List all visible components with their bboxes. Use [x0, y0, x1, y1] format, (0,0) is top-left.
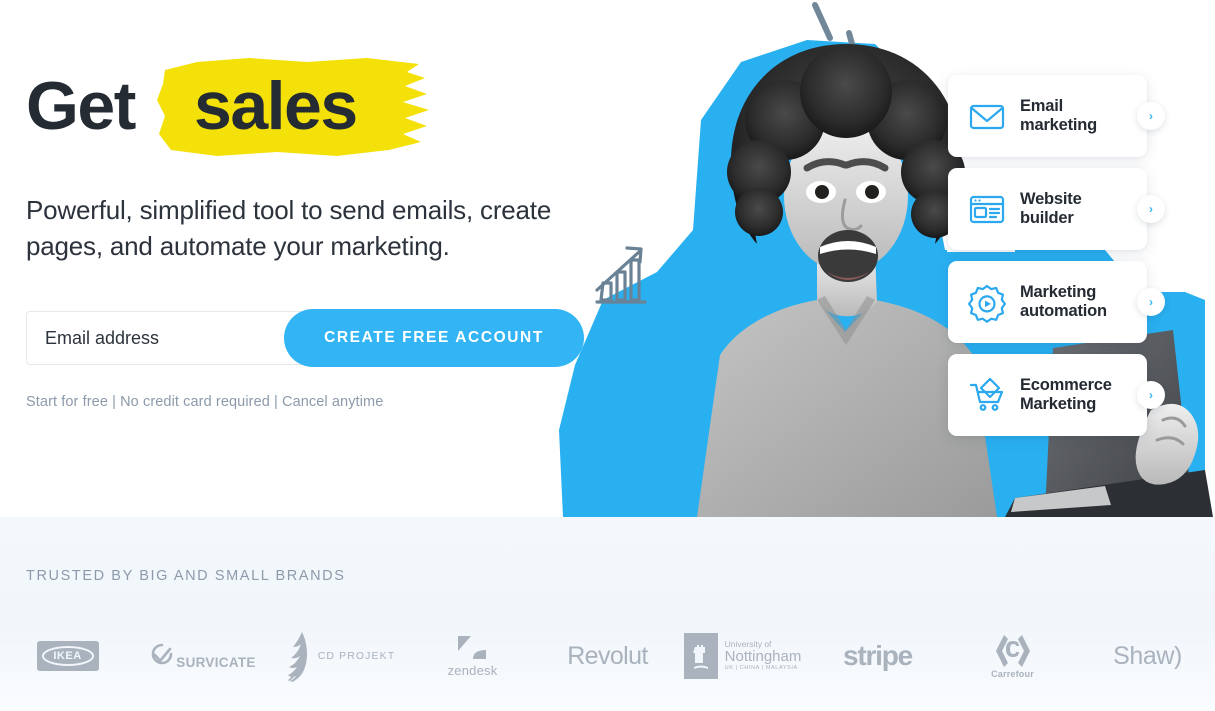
- feature-card-list: Email marketing › Website builder › Mark…: [948, 75, 1215, 447]
- headline-word-get: Get: [26, 68, 136, 144]
- gear-play-icon: [964, 279, 1010, 325]
- shopping-cart-icon: [964, 372, 1010, 418]
- brand-logo-cd-projekt: CD PROJEKT: [270, 621, 405, 691]
- chevron-right-icon[interactable]: ›: [1137, 102, 1165, 130]
- chevron-right-icon[interactable]: ›: [1137, 381, 1165, 409]
- feature-card-website-builder[interactable]: Website builder ›: [948, 168, 1165, 250]
- brand-label-line2: Nottingham: [724, 647, 802, 665]
- brand-logo-stripe: stripe: [810, 621, 945, 691]
- feature-card-marketing-automation[interactable]: Marketing automation ›: [948, 261, 1165, 343]
- survicate-mark: [152, 643, 173, 665]
- brand-logo-ikea: IKEA: [0, 621, 135, 691]
- hero-section: Get sales Powerful, simplified tool to s…: [0, 0, 1215, 517]
- feature-card-label: Email marketing: [1020, 96, 1098, 134]
- chevron-right-icon[interactable]: ›: [1137, 195, 1165, 223]
- brand-logo-survicate: SURVICATE: [135, 621, 270, 691]
- landing-page: Get sales Powerful, simplified tool to s…: [0, 0, 1215, 711]
- headline-word-sales: sales: [194, 68, 358, 144]
- hero-copy: Get sales Powerful, simplified tool to s…: [26, 58, 586, 411]
- page-title: Get sales: [26, 58, 586, 156]
- brand-label: zendesk: [447, 662, 498, 678]
- brand-label: Carrefour: [991, 668, 1034, 679]
- signup-fineprint: Start for free | No credit card required…: [26, 394, 384, 411]
- chevron-right-icon[interactable]: ›: [1137, 288, 1165, 316]
- brand-label: stripe: [842, 640, 913, 671]
- create-free-account-button[interactable]: CREATE FREE ACCOUNT: [284, 309, 584, 368]
- feature-card-label: Website builder: [1020, 189, 1082, 227]
- trusted-brands-title: TRUSTED BY BIG AND SMALL BRANDS: [26, 568, 346, 584]
- feature-card-ecommerce-marketing[interactable]: Ecommerce Marketing ›: [948, 354, 1165, 436]
- feature-card-label: Marketing automation: [1020, 282, 1107, 320]
- carrefour-mark: [995, 634, 1030, 667]
- cd-projekt-bird-mark: [287, 632, 307, 682]
- brand-label: Revolut: [567, 641, 648, 670]
- brand-logo-shaw: Shaw): [1080, 621, 1215, 691]
- brand-label: Shaw): [1113, 641, 1182, 670]
- signup-form: CREATE FREE ACCOUNT: [26, 309, 584, 368]
- envelope-icon: [964, 93, 1010, 139]
- brand-logo-zendesk: zendesk: [405, 621, 540, 691]
- brand-label-line3: UK | CHINA | MALAYSIA: [724, 665, 798, 672]
- brand-label: SURVICATE: [176, 655, 256, 670]
- zendesk-mark: [458, 635, 487, 659]
- hero-subheadline: Powerful, simplified tool to send emails…: [26, 195, 552, 261]
- brand-label: CD PROJEKT: [317, 650, 396, 662]
- feature-card-label: Ecommerce Marketing: [1020, 375, 1112, 413]
- nottingham-crest-icon: [683, 633, 718, 679]
- brand-logo-carrefour: Carrefour: [945, 621, 1080, 691]
- feature-card-email-marketing[interactable]: Email marketing ›: [948, 75, 1165, 157]
- brand-logo-revolut: Revolut: [540, 621, 675, 691]
- brand-logo-row: IKEA SURVICATE CD PROJEKT zendesk Revolu…: [0, 621, 1215, 691]
- brand-label: IKEA: [41, 646, 94, 666]
- browser-window-icon: [964, 186, 1010, 232]
- trusted-brands-section: TRUSTED BY BIG AND SMALL BRANDS IKEA SUR…: [0, 517, 1215, 711]
- brand-logo-university-of-nottingham: University of Nottingham UK | CHINA | MA…: [675, 621, 810, 691]
